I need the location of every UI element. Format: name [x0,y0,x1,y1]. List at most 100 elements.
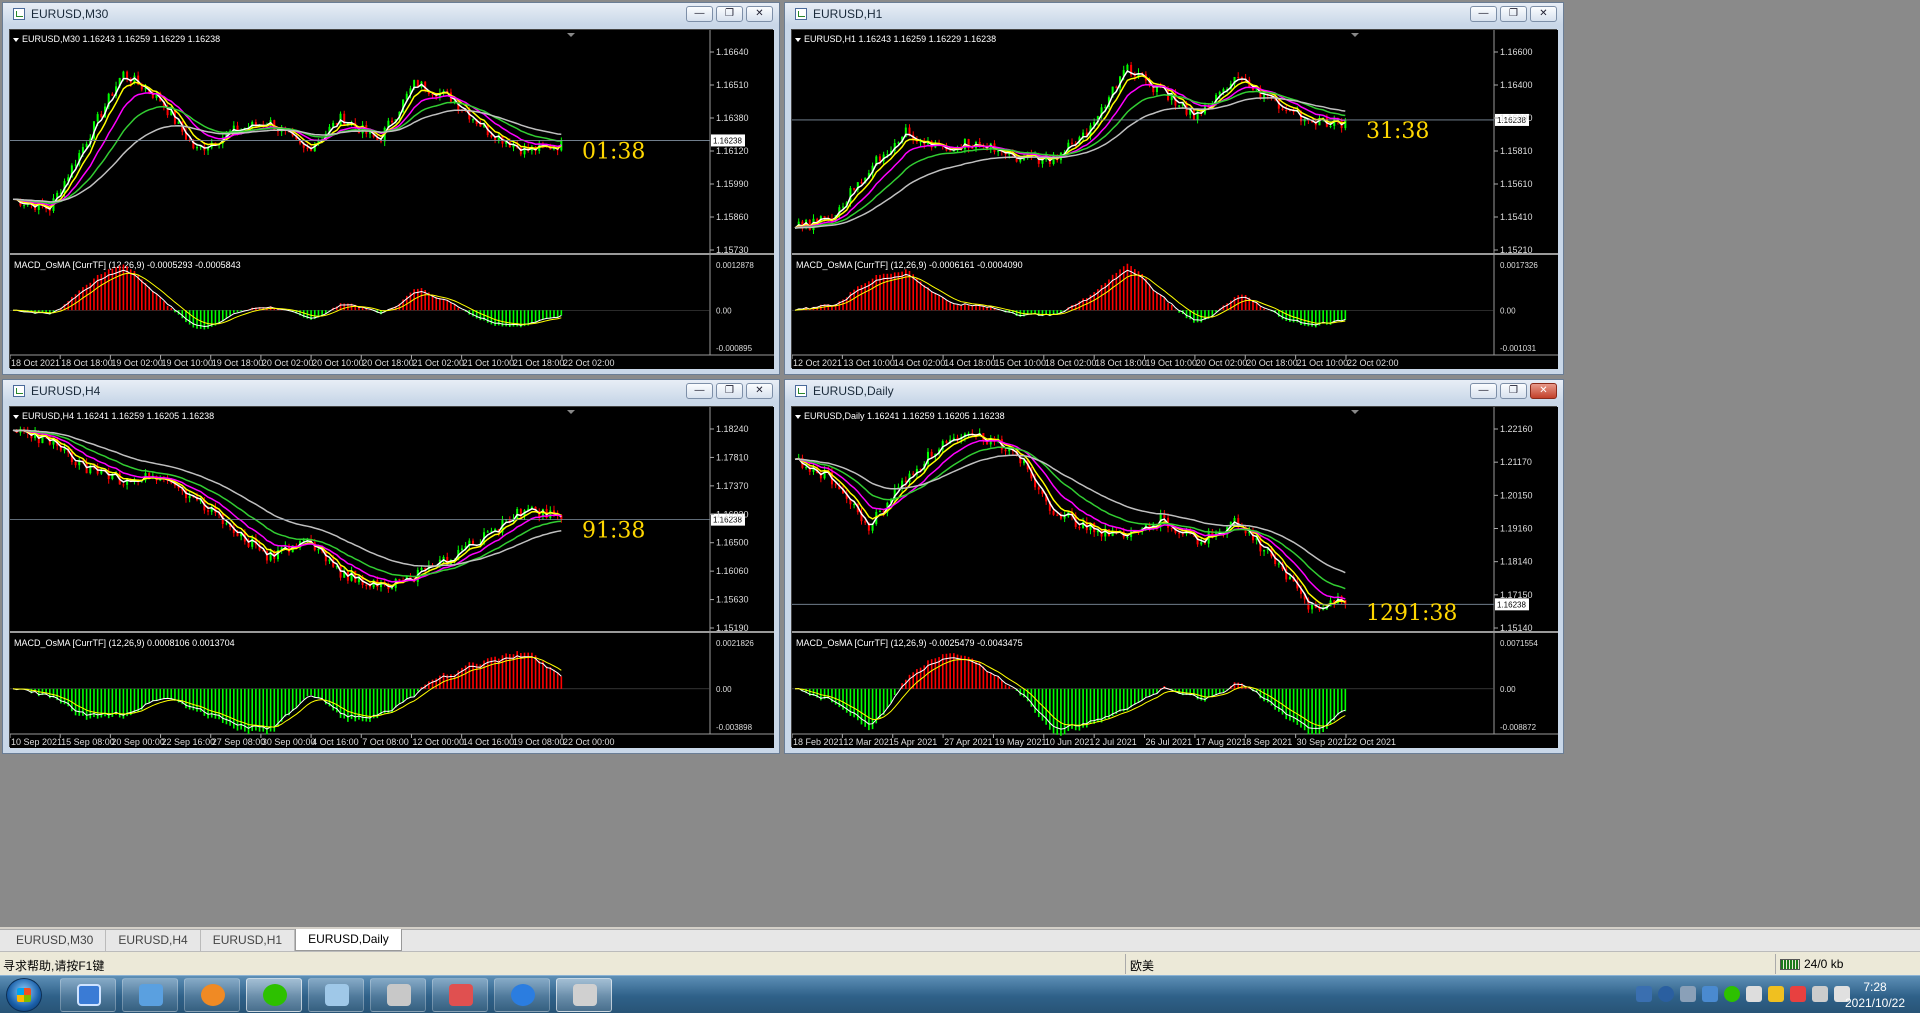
macd-tick-label: 0.00 [1500,306,1516,315]
price-tick-label: 1.17370 [716,481,749,491]
window-titlebar[interactable]: EURUSD,Daily — ❐ ✕ [785,380,1563,402]
candle-body [1178,532,1181,534]
taskbar-app-browser[interactable] [184,978,240,1012]
taskbar-app-wechat[interactable] [246,978,302,1012]
candle-body [85,143,88,148]
time-axis-label: 30 Sep 2021 [1297,737,1348,747]
mdi-client-area: EURUSD,M30— ❐ ✕ EURUSD,M30 1.16243 1.16259 … [0,0,1920,927]
tab-eurusd-m30[interactable]: EURUSD,M30 [4,930,107,951]
taskbar-app-desktop[interactable] [60,978,116,1012]
candle-body [126,71,129,79]
candle-body [486,531,489,533]
tray-shield-icon[interactable] [1702,986,1718,1002]
start-button[interactable] [6,978,42,1012]
window-titlebar[interactable]: EURUSD,H4 — ❐ ✕ [3,380,779,402]
tab-eurusd-h4[interactable]: EURUSD,H4 [106,930,201,951]
candle-body [1126,64,1129,71]
tray-network-icon[interactable] [1636,986,1652,1002]
network-icon [139,984,163,1006]
system-clock[interactable]: 7:28 2021/10/22 [1840,979,1910,1011]
tray-warning-icon[interactable] [1768,986,1784,1002]
time-axis-label: 2 Jul 2021 [1095,737,1137,747]
close-button[interactable]: ✕ [746,383,773,399]
restore-button[interactable]: ❐ [1500,6,1527,22]
taskbar-app-notes[interactable] [308,978,364,1012]
restore-button[interactable]: ❐ [1500,383,1527,399]
tab-eurusd-h1[interactable]: EURUSD,H1 [201,930,296,951]
price-chart[interactable]: EURUSD,Daily 1.16241 1.16259 1.16205 1.1… [792,407,1558,748]
macd-header: MACD_OsMA [CurrTF] (12,26,9) 0.0008106 0… [14,638,235,648]
chart-window-m30[interactable]: EURUSD,M30 — ❐ ✕ EURUSD,M30 1.16243 1.16259 … [2,2,780,375]
taskbar-app-trading[interactable] [370,978,426,1012]
tray-wechat-icon[interactable] [1724,986,1740,1002]
taskbar-app-network[interactable] [122,978,178,1012]
price-tick-label: 1.22160 [1500,424,1533,434]
candle-body [1178,105,1181,107]
chart-client[interactable]: EURUSD,H4 1.16241 1.16259 1.16205 1.1623… [9,406,774,748]
chart-window-h4[interactable]: EURUSD,H4 — ❐ ✕ EURUSD,H4 1.16241 1.16259 1.… [2,379,780,754]
window-titlebar[interactable]: EURUSD,M30 — ❐ ✕ [3,3,779,25]
window-titlebar[interactable]: EURUSD,H1 — ❐ ✕ [785,3,1563,25]
trading-icon [387,984,411,1006]
minimize-button[interactable]: — [1470,383,1497,399]
close-button[interactable]: ✕ [1530,383,1557,399]
bar-countdown-timer: 91:38 [582,519,645,544]
restore-button[interactable]: ❐ [716,6,743,22]
browser-icon [201,984,225,1006]
candle-body [339,566,342,578]
restore-button[interactable]: ❐ [716,383,743,399]
price-chart[interactable]: EURUSD,H4 1.16241 1.16259 1.16205 1.1623… [10,407,774,748]
help-text: 寻求帮助,请按F1键 [3,959,105,973]
taskbar-app-tool[interactable] [432,978,488,1012]
clock-date: 2021/10/22 [1844,996,1906,1010]
candle-body [306,147,309,149]
chart-client[interactable]: EURUSD,Daily 1.16241 1.16259 1.16205 1.1… [791,406,1558,748]
price-chart[interactable]: EURUSD,H1 1.16243 1.16259 1.16229 1.1623… [792,30,1558,369]
candle-body [878,511,881,513]
time-axis-label: 14 Oct 16:00 [463,737,515,747]
tray-audio-icon[interactable] [1790,986,1806,1002]
current-price-label: 1.16238 [1497,600,1526,609]
tray-input-icon[interactable] [1746,986,1762,1002]
close-button[interactable]: ✕ [1530,6,1557,22]
price-chart[interactable]: EURUSD,M30 1.16243 1.16259 1.16229 1.162… [10,30,774,369]
time-axis-label: 22 Oct 2021 [1347,737,1396,747]
profile-name[interactable]: 欧美 [1130,957,1154,974]
candle-body [853,188,856,190]
chart-client[interactable]: EURUSD,M30 1.16243 1.16259 1.16229 1.162… [9,29,774,369]
candle-body [111,93,114,96]
chart-window-daily[interactable]: EURUSD,Daily — ❐ ✕ EURUSD,Daily 1.16241 1.16… [784,379,1564,754]
connection-status[interactable]: 24/0 kb [1780,957,1843,971]
tray-usb-icon[interactable] [1680,986,1696,1002]
price-tick-label: 1.15990 [716,179,749,189]
minimize-button[interactable]: — [1470,6,1497,22]
chart-client[interactable]: EURUSD,H1 1.16243 1.16259 1.16229 1.1623… [791,29,1558,369]
candle-body [834,484,837,486]
system-tray [1636,986,1850,1002]
time-axis-label: 12 Oct 2021 [793,358,842,368]
close-button[interactable]: ✕ [746,6,773,22]
mt4-icon [573,984,597,1006]
candle-body [1218,91,1221,95]
candle-body [878,156,881,162]
taskbar-app-mt4[interactable] [556,978,612,1012]
taskbar-app-messenger[interactable] [494,978,550,1012]
tray-volume-icon[interactable] [1812,986,1828,1002]
minimize-button[interactable]: — [686,383,713,399]
candle-body [1071,142,1074,144]
candle-body [1263,549,1266,552]
window-title: EURUSD,Daily [813,384,894,398]
candle-body [1115,86,1118,88]
minimize-button[interactable]: — [686,6,713,22]
macd-header: MACD_OsMA [CurrTF] (12,26,9) -0.0006161 … [796,260,1023,270]
time-axis-label: 21 Oct 10:00 [1297,358,1349,368]
tab-eurusd-daily[interactable]: EURUSD,Daily [295,929,402,951]
chart-window-icon [795,8,807,20]
candle-body [805,467,808,469]
tray-help-icon[interactable] [1658,986,1674,1002]
candle-body [1056,514,1059,516]
candle-body [1311,604,1314,610]
chart-window-h1[interactable]: EURUSD,H1 — ❐ ✕ EURUSD,H1 1.16243 1.16259 1.… [784,2,1564,375]
chart-window-icon [795,385,807,397]
messenger-icon [511,984,535,1006]
